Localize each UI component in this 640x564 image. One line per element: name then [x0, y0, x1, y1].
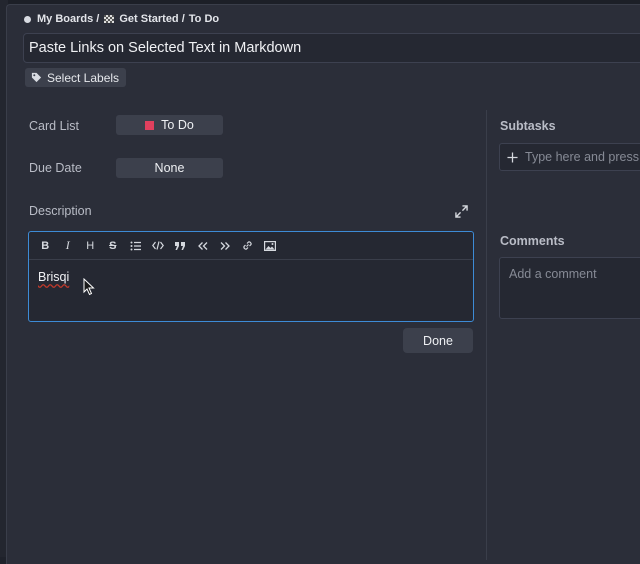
card-list-label: Card List: [29, 119, 80, 133]
expand-icon[interactable]: [455, 205, 468, 218]
subtasks-heading: Subtasks: [500, 119, 556, 133]
editor-toolbar: B I H S: [29, 232, 473, 260]
italic-icon: I: [65, 238, 70, 252]
checkered-flag-icon: [104, 15, 115, 23]
image-icon: [264, 240, 277, 251]
plus-icon: [507, 151, 518, 163]
due-date-picker[interactable]: None: [116, 158, 223, 178]
due-date-label: Due Date: [29, 161, 82, 175]
select-labels-button[interactable]: Select Labels: [25, 68, 127, 87]
code-button[interactable]: [147, 236, 170, 256]
card-list-select[interactable]: To Do: [116, 115, 223, 135]
status-dot-icon: [24, 15, 31, 23]
italic-button[interactable]: I: [57, 236, 80, 256]
undo-button[interactable]: [192, 236, 215, 256]
select-labels-text: Select Labels: [47, 70, 120, 85]
comments-heading: Comments: [500, 234, 565, 248]
list-color-swatch: [145, 120, 155, 130]
description-label: Description: [29, 204, 92, 218]
link-button[interactable]: [237, 236, 260, 256]
card-title-input[interactable]: Paste Links on Selected Text in Markdown: [23, 33, 640, 63]
strikethrough-button[interactable]: S: [102, 236, 125, 256]
undo-icon: [197, 241, 208, 250]
comment-input[interactable]: Add a comment: [499, 257, 640, 319]
done-button[interactable]: Done: [403, 328, 473, 353]
breadcrumb-list[interactable]: To Do: [189, 13, 219, 25]
subtask-input[interactable]: Type here and press: [499, 143, 640, 171]
link-icon: [243, 241, 252, 250]
redo-button[interactable]: [214, 236, 237, 256]
mouse-cursor-icon: [83, 278, 95, 296]
quote-button[interactable]: [169, 236, 192, 256]
strikethrough-icon: S: [109, 239, 117, 252]
card-list-value: To Do: [161, 118, 194, 132]
column-divider: [486, 110, 487, 560]
heading-icon: H: [86, 239, 95, 252]
bold-button[interactable]: B: [34, 236, 57, 256]
tag-icon: [31, 72, 42, 83]
image-button[interactable]: [259, 236, 282, 256]
breadcrumb-root[interactable]: My Boards /: [37, 13, 99, 25]
code-icon: [151, 241, 164, 250]
description-editor[interactable]: B I H S Brisqi: [28, 231, 474, 322]
list-icon: [130, 241, 141, 250]
bold-icon: B: [41, 239, 50, 252]
heading-button[interactable]: H: [79, 236, 102, 256]
breadcrumb-board[interactable]: Get Started /: [119, 13, 184, 25]
due-date-value: None: [154, 161, 185, 175]
breadcrumb: My Boards / Get Started / To Do: [24, 11, 219, 27]
redo-icon: [220, 241, 231, 250]
description-content: Brisqi: [38, 270, 70, 284]
subtask-placeholder: Type here and press: [525, 150, 639, 164]
quote-icon: [175, 241, 186, 250]
bullet-list-button[interactable]: [124, 236, 147, 256]
